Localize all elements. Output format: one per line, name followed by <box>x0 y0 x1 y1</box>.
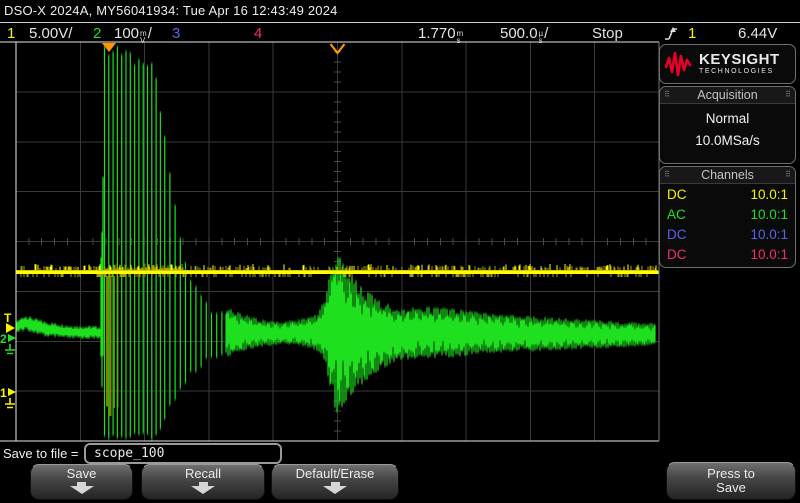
press-to-save-line2: Save <box>716 481 746 495</box>
channel-coupling: DC <box>667 227 687 242</box>
trigger-level-label: T <box>4 311 12 325</box>
channel-row: AC 10.0:1 <box>660 204 795 224</box>
press-to-save-softkey[interactable]: Press to Save <box>666 462 796 500</box>
save-to-file-label: Save to file = <box>3 446 79 461</box>
down-arrow-icon <box>70 486 94 494</box>
default-erase-softkey-label: Default/Erase <box>296 467 375 481</box>
logo-brand-text: KEYSIGHT <box>699 52 780 67</box>
grip-icon: ⠿ <box>664 171 670 179</box>
ch1-ground-label: 1 <box>0 386 7 400</box>
channel-row: DC 10.0:1 <box>660 184 795 204</box>
ch2-ground-marker[interactable] <box>8 334 16 342</box>
default-erase-softkey[interactable]: Default/Erase <box>271 464 399 500</box>
channel-probe-ratio: 10.0:1 <box>750 247 788 262</box>
sample-rate: 10.0MSa/s <box>660 133 795 148</box>
ch2-trace <box>17 47 655 439</box>
keysight-logo: KEYSIGHT TECHNOLOGIES <box>659 44 796 84</box>
channel-coupling: AC <box>667 207 686 222</box>
channels-panel: ⠿ Channels ⠿ DC 10.0:1 AC 10.0:1 DC 10.0:1 DC 1… <box>659 166 796 268</box>
down-arrow-icon <box>191 486 215 494</box>
ch1-ground-marker[interactable] <box>8 388 16 396</box>
acquisition-mode: Normal <box>660 111 795 126</box>
recall-softkey-label: Recall <box>185 467 221 481</box>
channel-row: DC 10.0:1 <box>660 244 795 264</box>
grip-icon: ⠿ <box>785 91 791 99</box>
grip-icon: ⠿ <box>785 171 791 179</box>
logo-sub-text: TECHNOLOGIES <box>699 67 780 76</box>
acquisition-header: ⠿ Acquisition ⠿ <box>660 87 795 104</box>
recall-softkey[interactable]: Recall <box>141 464 265 500</box>
ch1-trace <box>16 271 659 275</box>
channels-title: Channels <box>701 168 754 182</box>
channel-probe-ratio: 10.0:1 <box>750 207 788 222</box>
ch2-ground-label: 2 <box>0 332 7 346</box>
channel-probe-ratio: 10.0:1 <box>750 227 788 242</box>
channel-row: DC 10.0:1 <box>660 224 795 244</box>
channel-coupling: DC <box>667 187 687 202</box>
grip-icon: ⠿ <box>664 91 670 99</box>
filename-input[interactable]: scope_100 <box>84 443 282 464</box>
channel-coupling: DC <box>667 247 687 262</box>
press-to-save-line1: Press to <box>707 467 755 481</box>
acquisition-panel: ⠿ Acquisition ⠿ Normal 10.0MSa/s <box>659 86 796 164</box>
channel-probe-ratio: 10.0:1 <box>750 187 788 202</box>
down-arrow-icon <box>323 486 347 494</box>
acquisition-title: Acquisition <box>697 88 757 102</box>
channels-header: ⠿ Channels ⠿ <box>660 167 795 184</box>
oscilloscope-screen: { "title_bar": "DSO-X 2024A, MY56041934:… <box>0 0 800 503</box>
keysight-logo-icon <box>665 50 695 78</box>
save-softkey[interactable]: Save <box>30 464 133 500</box>
save-softkey-label: Save <box>67 467 97 481</box>
